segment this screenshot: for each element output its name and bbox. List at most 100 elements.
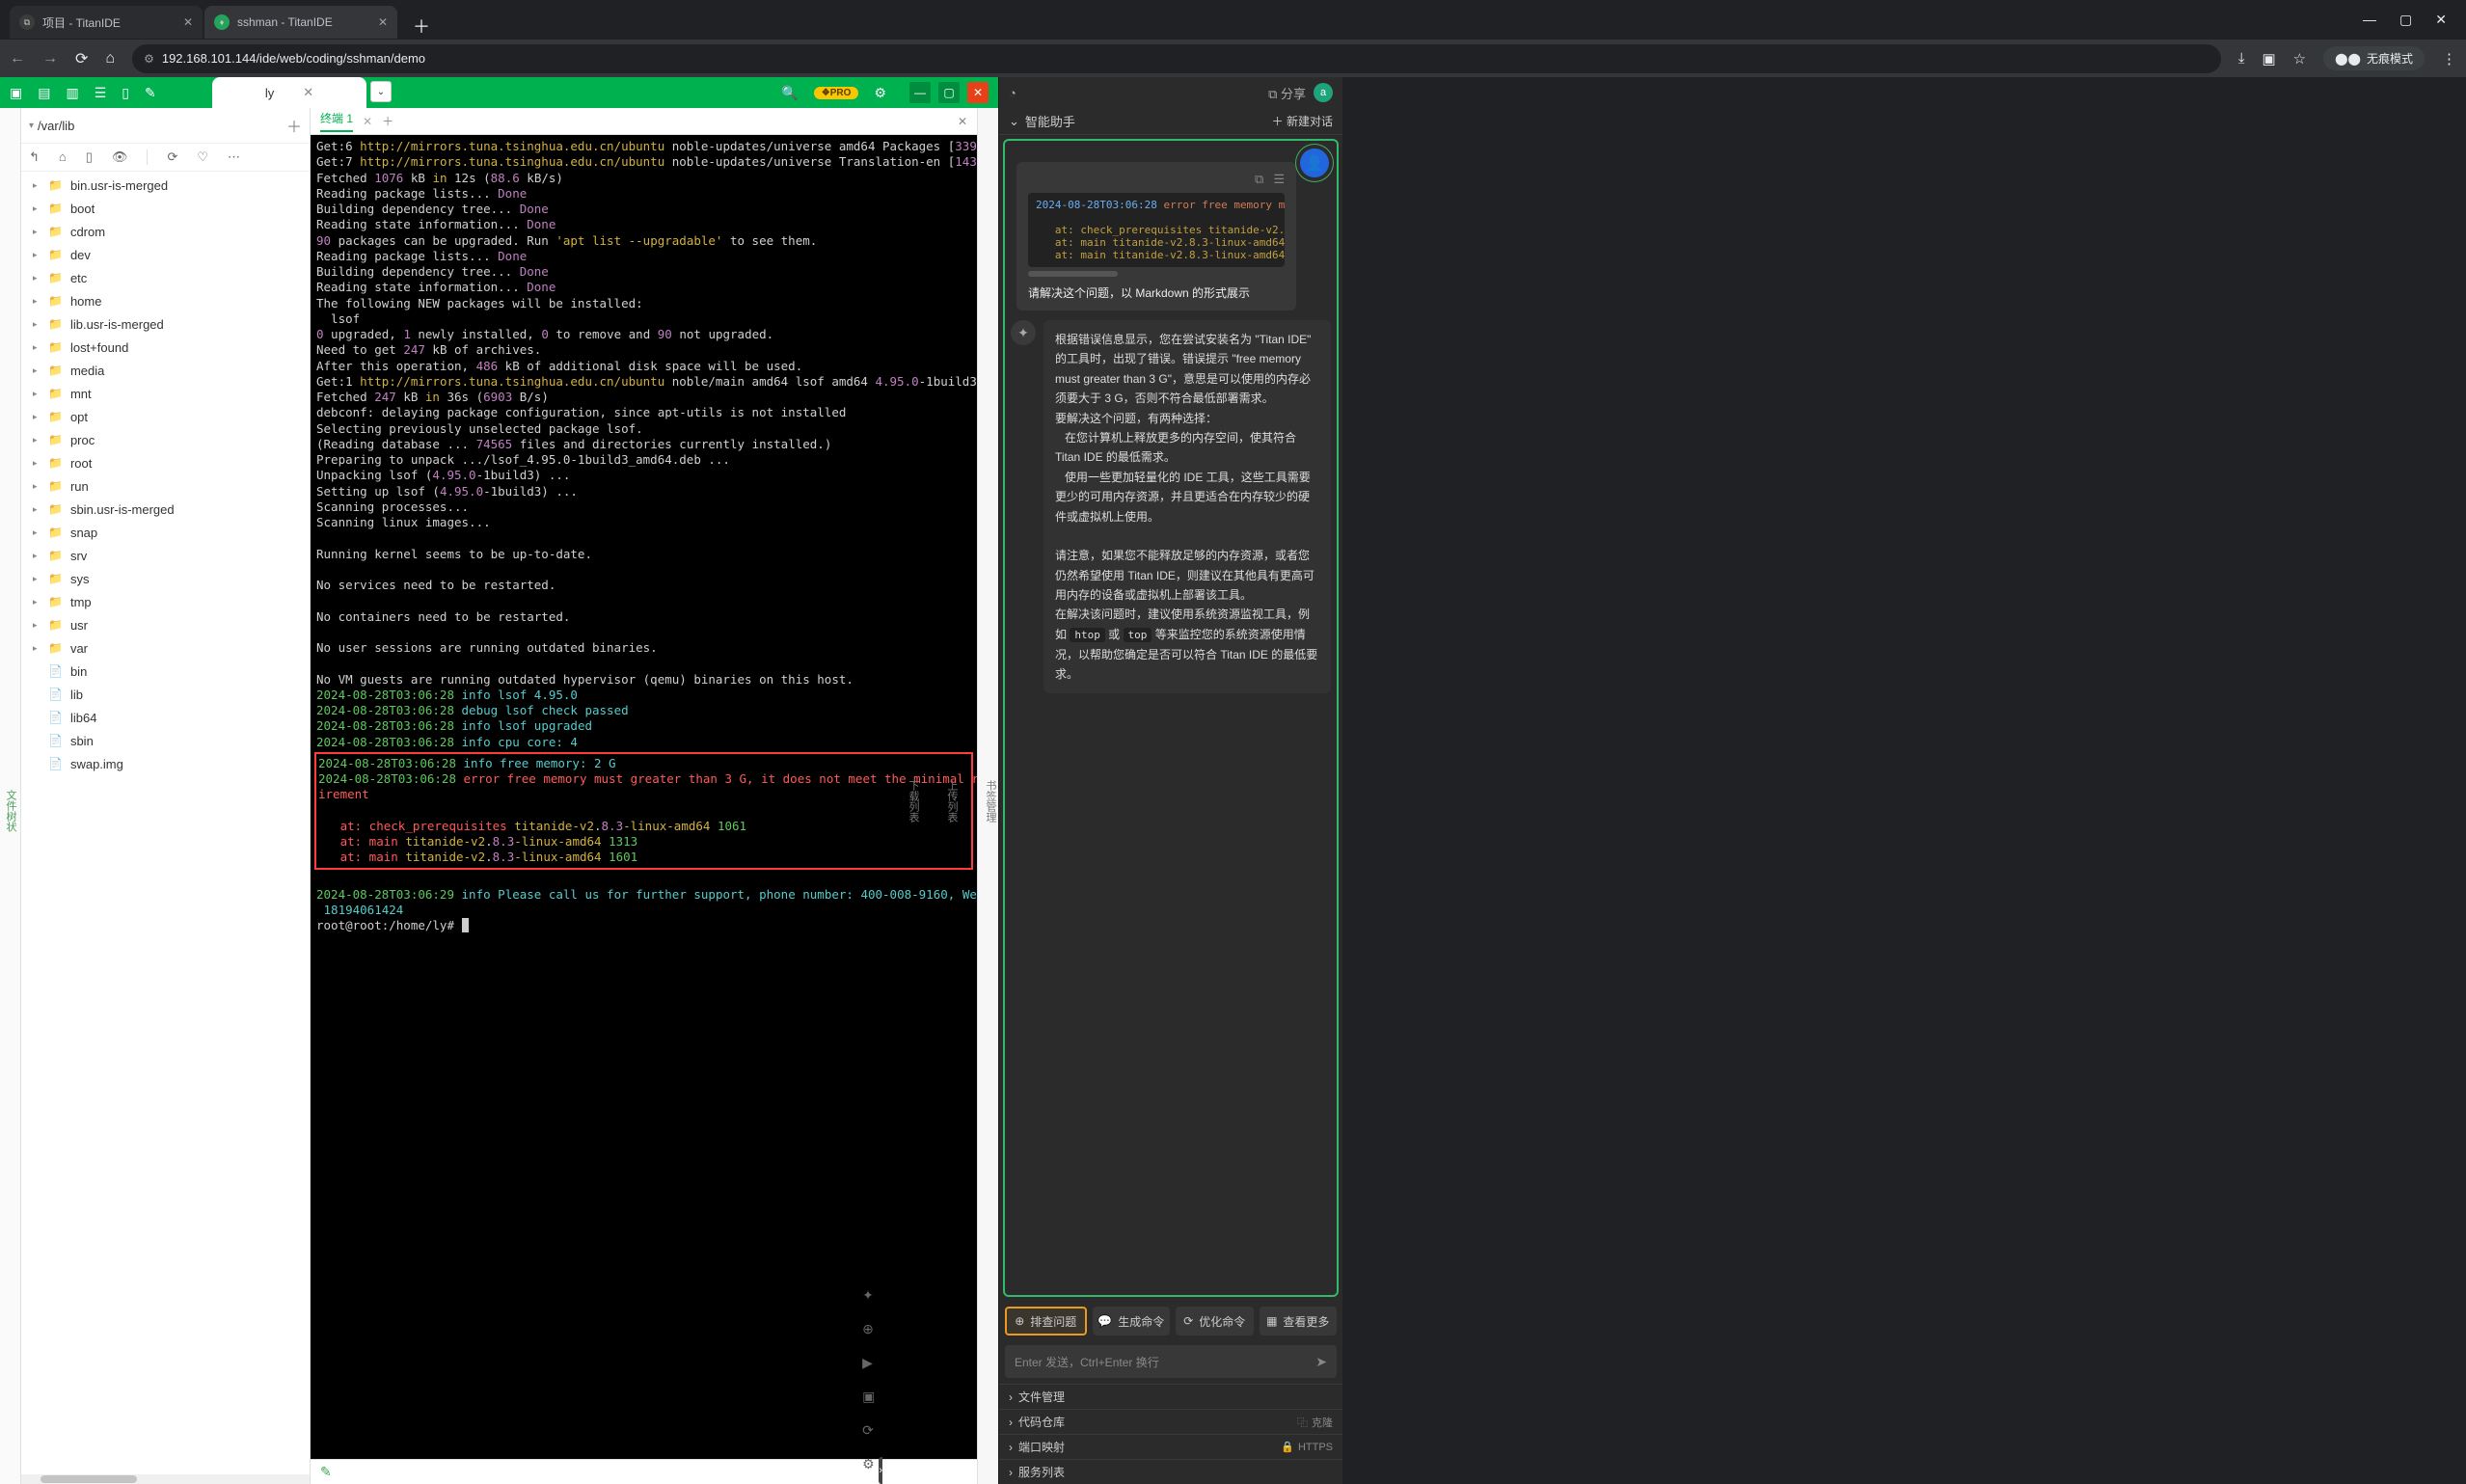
path-bar[interactable]: ▾ /var/lib ＋	[21, 108, 310, 144]
panel-icon[interactable]: ▣	[10, 85, 22, 101]
scrollbar-thumb[interactable]	[1028, 271, 1118, 277]
terminal-tab-close[interactable]: ✕	[363, 115, 372, 128]
terminal-output[interactable]: Get:6 http://mirrors.tuna.tsinghua.edu.c…	[311, 135, 977, 1459]
panel-repo[interactable]: ›代码仓库 ⿻克隆	[999, 1409, 1342, 1434]
folder-item[interactable]: ▸📁lib.usr-is-merged	[21, 312, 310, 336]
folder-item[interactable]: ▸📁dev	[21, 243, 310, 266]
folder-item[interactable]: ▸📁bin.usr-is-merged	[21, 174, 310, 197]
ide-min-button[interactable]: —	[909, 82, 931, 103]
extensions-icon[interactable]: ▣	[2262, 50, 2275, 67]
close-icon[interactable]: ✕	[303, 85, 313, 100]
speed-icon[interactable]: ◔	[1009, 86, 1016, 100]
add-button[interactable]: ＋	[286, 114, 302, 137]
action-more[interactable]: ▦ 查看更多	[1260, 1307, 1338, 1336]
panel-icon[interactable]: ☰	[95, 85, 107, 101]
install-app-icon[interactable]: ⤓	[2238, 50, 2245, 67]
panel-close-icon[interactable]: ✕	[958, 115, 967, 128]
browser-menu-button[interactable]: ⋮	[2442, 50, 2456, 67]
ide-close-button[interactable]: ✕	[967, 82, 989, 103]
file-item[interactable]: 📄sbin	[21, 729, 310, 752]
home-icon[interactable]: ⌂	[59, 149, 67, 165]
folder-item[interactable]: ▸📁boot	[21, 197, 310, 220]
panel-icon[interactable]: ▤	[38, 85, 50, 101]
folder-item[interactable]: ▸📁srv	[21, 544, 310, 567]
terminal-tab-1[interactable]: 终端 1	[320, 110, 353, 132]
favorite-icon[interactable]: ♡	[197, 149, 208, 165]
file-item[interactable]: 📄lib64	[21, 706, 310, 729]
tab-dropdown-button[interactable]: ⌄	[370, 81, 392, 102]
collapse-right-button[interactable]: ›	[879, 1457, 882, 1484]
browser-tab-1[interactable]: ⧉ 项目 - TitanIDE ✕	[10, 6, 203, 39]
window-close-button[interactable]: ✕	[2435, 12, 2447, 28]
vtab-uploads[interactable]: 上传列表	[944, 774, 960, 828]
panel-icon[interactable]: ✎	[145, 85, 156, 101]
ide-max-button[interactable]: ▢	[938, 82, 960, 103]
folder-item[interactable]: ▸📁root	[21, 451, 310, 474]
close-icon[interactable]: ✕	[183, 15, 193, 29]
user-avatar[interactable]: a	[1314, 83, 1333, 102]
folder-item[interactable]: ▸📁tmp	[21, 590, 310, 613]
browser-tab-2[interactable]: ♦ sshman - TitanIDE ✕	[204, 6, 397, 39]
side-icon[interactable]: ▶	[862, 1355, 875, 1371]
search-icon[interactable]: 🔍	[781, 85, 798, 101]
vtab-downloads[interactable]: 下载列表	[906, 774, 921, 828]
level-up-icon[interactable]: ↰	[29, 149, 40, 165]
folder-item[interactable]: ▸📁proc	[21, 428, 310, 451]
nav-back-button[interactable]: ←	[10, 50, 25, 67]
panel-icon[interactable]: ▥	[66, 85, 78, 101]
folder-item[interactable]: ▸📁var	[21, 636, 310, 660]
folder-item[interactable]: ▸📁mnt	[21, 382, 310, 405]
file-item[interactable]: 📄bin	[21, 660, 310, 683]
folder-item[interactable]: ▸📁sys	[21, 567, 310, 590]
folder-item[interactable]: ▸📁etc	[21, 266, 310, 289]
side-icon[interactable]: ▣	[862, 1389, 875, 1405]
side-icon[interactable]: ✦	[862, 1287, 875, 1304]
window-max-button[interactable]: ▢	[2399, 12, 2412, 28]
side-icon[interactable]: ⟳	[862, 1422, 875, 1439]
file-item[interactable]: 📄swap.img	[21, 752, 310, 775]
ai-chat-area[interactable]: 👤 ⧉ ☰ 2024-08-28T03:06:28 error free mem…	[1003, 139, 1339, 1297]
window-min-button[interactable]: —	[2363, 12, 2376, 27]
gear-icon[interactable]: ⚙	[874, 85, 886, 101]
panel-services[interactable]: ›服务列表	[999, 1459, 1342, 1484]
horizontal-scrollbar[interactable]	[21, 1474, 310, 1484]
folder-item[interactable]: ▸📁usr	[21, 613, 310, 636]
copy-icon[interactable]: ⧉	[1255, 172, 1263, 187]
send-icon[interactable]: ➤	[1315, 1354, 1327, 1370]
action-troubleshoot[interactable]: ⊕ 排查问题	[1005, 1307, 1087, 1336]
panel-port-mapping[interactable]: ›端口映射 🔒HTTPS	[999, 1434, 1342, 1459]
new-tab-button[interactable]: ＋	[399, 13, 444, 39]
folder-item[interactable]: ▸📁run	[21, 474, 310, 498]
action-optimize[interactable]: ⟳ 优化命令	[1176, 1307, 1254, 1336]
incognito-badge[interactable]: ⬤⬤ 无痕模式	[2323, 46, 2425, 70]
action-gen-command[interactable]: 💬 生成命令	[1093, 1307, 1171, 1336]
editor-tab[interactable]: ly ✕	[212, 77, 366, 108]
folder-item[interactable]: ▸📁snap	[21, 521, 310, 544]
vtab-file-tree[interactable]: 文件树状	[1, 782, 20, 840]
file-item[interactable]: 📄lib	[21, 683, 310, 706]
side-icon[interactable]: ⊕	[862, 1321, 875, 1337]
terminal-add-tab[interactable]: ＋	[382, 113, 393, 129]
side-gear-icon[interactable]: ⚙	[862, 1456, 875, 1472]
file-list[interactable]: ▸📁bin.usr-is-merged▸📁boot▸📁cdrom▸📁dev▸📁e…	[21, 172, 310, 1474]
folder-item[interactable]: ▸📁lost+found	[21, 336, 310, 359]
nav-reload-button[interactable]: ⟳	[75, 49, 88, 68]
folder-item[interactable]: ▸📁media	[21, 359, 310, 382]
bookmark-icon[interactable]: ☆	[2293, 50, 2306, 67]
list-icon[interactable]: ☰	[1273, 172, 1285, 187]
more-icon[interactable]: ⋯	[228, 149, 240, 165]
folder-item[interactable]: ▸📁cdrom	[21, 220, 310, 243]
folder-item[interactable]: ▸📁sbin.usr-is-merged	[21, 498, 310, 521]
folder-item[interactable]: ▸📁home	[21, 289, 310, 312]
share-button[interactable]: ⧉ 分享	[1268, 84, 1306, 102]
close-icon[interactable]: ✕	[378, 15, 388, 29]
ai-input[interactable]: Enter 发送，Ctrl+Enter 换行 ➤	[1005, 1345, 1337, 1378]
panel-icon[interactable]: ▯	[122, 85, 129, 101]
site-settings-icon[interactable]: ⚙	[144, 52, 154, 66]
reveal-icon[interactable]: 👁	[112, 149, 128, 165]
copy-path-icon[interactable]: ▯	[86, 149, 93, 165]
nav-home-button[interactable]: ⌂	[105, 50, 115, 67]
refresh-icon[interactable]: ⟳	[167, 149, 177, 165]
new-chat-button[interactable]: ＋ 新建对话	[1272, 113, 1333, 129]
address-bar[interactable]: ⚙ 192.168.101.144/ide/web/coding/sshman/…	[132, 44, 2221, 73]
